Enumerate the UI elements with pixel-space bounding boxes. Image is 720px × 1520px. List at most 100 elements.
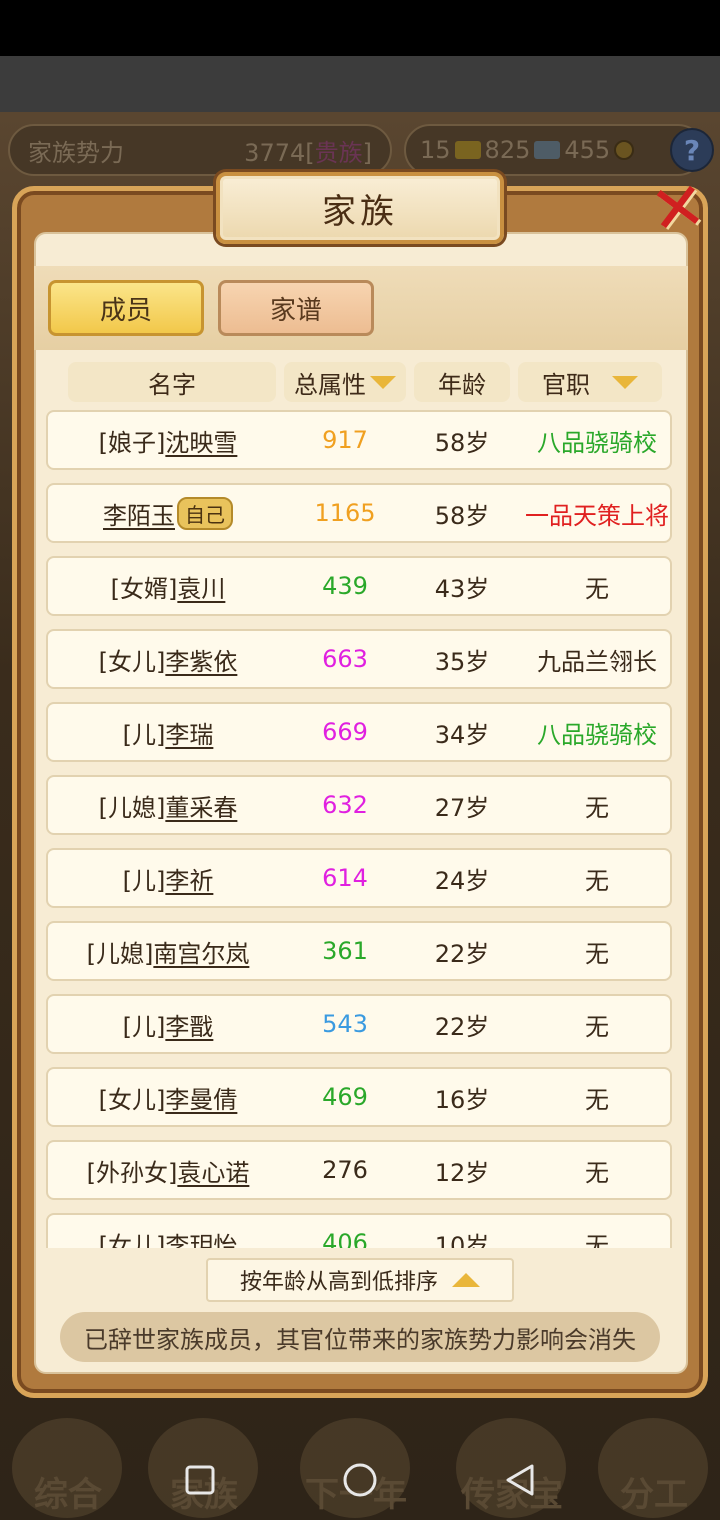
recent-apps-icon[interactable] <box>176 1456 224 1504</box>
column-header-age[interactable]: 年龄 <box>414 362 510 402</box>
member-age: 58岁 <box>434 428 490 457</box>
member-name-link[interactable]: 李瑞 <box>165 715 213 750</box>
member-name-cell: [女儿] 李曼倩 <box>48 1069 288 1125</box>
column-header-attr[interactable]: 总属性 <box>284 362 406 402</box>
member-post: 无 <box>585 1158 609 1187</box>
member-post: 无 <box>585 1012 609 1041</box>
member-age: 12岁 <box>434 1158 490 1187</box>
resource-bar: 15 825 455 <box>404 124 704 176</box>
member-age: 58岁 <box>434 501 490 530</box>
status-bar <box>0 0 720 56</box>
member-name-cell: [儿] 李瑞 <box>48 704 288 760</box>
member-post: 无 <box>585 574 609 603</box>
member-row[interactable]: [外孙女] 袁心诺 276 12岁 无 <box>46 1140 672 1200</box>
coin-icon <box>614 140 635 160</box>
member-attr: 439 <box>322 572 368 600</box>
member-post: 无 <box>585 1085 609 1114</box>
member-row[interactable]: [娘子] 沈映雪 917 58岁 八品骁骑校 <box>46 410 672 470</box>
back-icon[interactable] <box>496 1456 544 1504</box>
member-name-link[interactable]: 南宫尔岚 <box>153 934 249 969</box>
close-button[interactable]: ✕ <box>631 163 720 254</box>
member-row[interactable]: [女婿] 袁川 439 43岁 无 <box>46 556 672 616</box>
member-relation: [儿媳] <box>86 939 154 968</box>
member-age: 22岁 <box>434 1012 490 1041</box>
sort-caret-icon <box>370 375 396 389</box>
member-name-link[interactable]: 李戬 <box>165 1007 213 1042</box>
member-attr: 614 <box>322 864 368 892</box>
deceased-notice: 已辞世家族成员，其官位带来的家族势力影响会消失 <box>60 1312 660 1362</box>
member-attr: 276 <box>322 1156 368 1184</box>
member-row[interactable]: [儿媳] 董采春 632 27岁 无 <box>46 775 672 835</box>
power-number: 3774 <box>244 138 306 167</box>
member-attr: 669 <box>322 718 368 746</box>
nav-assignment[interactable]: 分工 <box>598 1418 708 1518</box>
member-relation: [外孙女] <box>86 1158 178 1187</box>
sort-label: 按年龄从高到低排序 <box>239 1270 438 1295</box>
member-relation: [女儿] <box>98 1085 166 1114</box>
member-name-link[interactable]: 李紫依 <box>165 642 237 677</box>
silver-count: 825 <box>484 136 531 164</box>
member-relation: [女儿] <box>98 1231 166 1249</box>
member-name-link[interactable]: 李祈 <box>165 861 213 896</box>
tab-family-tree[interactable]: 家谱 <box>218 280 374 336</box>
column-name-label: 名字 <box>148 370 196 399</box>
coin-count: 455 <box>564 136 611 164</box>
family-power-bar: 家族势力 3774[贵族] <box>8 124 392 176</box>
member-name-link[interactable]: 袁川 <box>177 569 225 604</box>
member-row[interactable]: [儿] 李瑞 669 34岁 八品骁骑校 <box>46 702 672 762</box>
power-tag-open: [ <box>305 138 315 167</box>
member-name-cell: 李陌玉 自己 <box>48 485 288 541</box>
family-power-value: 3774[贵族] <box>244 133 372 168</box>
member-name-cell: [女婿] 袁川 <box>48 558 288 614</box>
member-age: 35岁 <box>434 647 490 676</box>
member-name-link[interactable]: 李玥怡 <box>165 1226 237 1249</box>
member-row[interactable]: [女儿] 李曼倩 469 16岁 无 <box>46 1067 672 1127</box>
member-row[interactable]: [儿] 李祈 614 24岁 无 <box>46 848 672 908</box>
silver-ingot-icon <box>534 141 561 159</box>
member-name-link[interactable]: 沈映雪 <box>165 423 237 458</box>
member-relation: [女婿] <box>110 574 178 603</box>
member-row[interactable]: [儿媳] 南宫尔岚 361 22岁 无 <box>46 921 672 981</box>
member-attr: 406 <box>322 1229 368 1248</box>
member-row[interactable]: [女儿] 李玥怡 406 10岁 无 <box>46 1213 672 1248</box>
member-name-link[interactable]: 李陌玉 <box>103 496 175 531</box>
member-age: 43岁 <box>434 574 490 603</box>
sort-up-icon <box>452 1273 480 1287</box>
member-list[interactable]: [娘子] 沈映雪 917 58岁 八品骁骑校 李陌玉 自己 1165 58岁 一品天策上将 [女婿]… <box>46 410 672 1248</box>
member-name-cell: [儿] 李戬 <box>48 996 288 1052</box>
nav-overview[interactable]: 综合 <box>12 1418 122 1518</box>
member-post: 一品天策上将 <box>525 501 669 530</box>
column-header-post[interactable]: 官职 <box>518 362 662 402</box>
gold-ingot-icon <box>454 141 481 159</box>
member-attr: 361 <box>322 937 368 965</box>
member-relation: [儿] <box>122 866 166 895</box>
member-post: 无 <box>585 939 609 968</box>
member-attr: 632 <box>322 791 368 819</box>
member-post: 八品骁骑校 <box>537 428 657 457</box>
column-age-label: 年龄 <box>438 370 486 399</box>
power-tag-close: ] <box>362 138 372 167</box>
member-row[interactable]: 李陌玉 自己 1165 58岁 一品天策上将 <box>46 483 672 543</box>
member-name-link[interactable]: 董采春 <box>165 788 237 823</box>
member-age: 16岁 <box>434 1085 490 1114</box>
member-row[interactable]: [女儿] 李紫依 663 35岁 九品兰翎长 <box>46 629 672 689</box>
member-relation: [娘子] <box>98 428 166 457</box>
member-row[interactable]: [儿] 李戬 543 22岁 无 <box>46 994 672 1054</box>
member-name-link[interactable]: 袁心诺 <box>177 1153 249 1188</box>
home-icon[interactable] <box>336 1456 384 1504</box>
dialog-title: 家族 <box>216 172 504 244</box>
tab-members[interactable]: 成员 <box>48 280 204 336</box>
filter-caret-icon <box>612 375 638 389</box>
member-name-cell: [娘子] 沈映雪 <box>48 412 288 468</box>
member-age: 24岁 <box>434 866 490 895</box>
member-attr: 543 <box>322 1010 368 1038</box>
member-name-cell: [女儿] 李紫依 <box>48 631 288 687</box>
member-post: 无 <box>585 866 609 895</box>
member-name-cell: [儿媳] 南宫尔岚 <box>48 923 288 979</box>
gold-count: 15 <box>420 136 451 164</box>
sort-button[interactable]: 按年龄从高到低排序 <box>206 1258 514 1302</box>
member-name-link[interactable]: 李曼倩 <box>165 1080 237 1115</box>
member-relation: [儿媳] <box>98 793 166 822</box>
nav-assignment-label: 分工 <box>620 1475 688 1515</box>
self-badge: 自己 <box>177 496 233 530</box>
